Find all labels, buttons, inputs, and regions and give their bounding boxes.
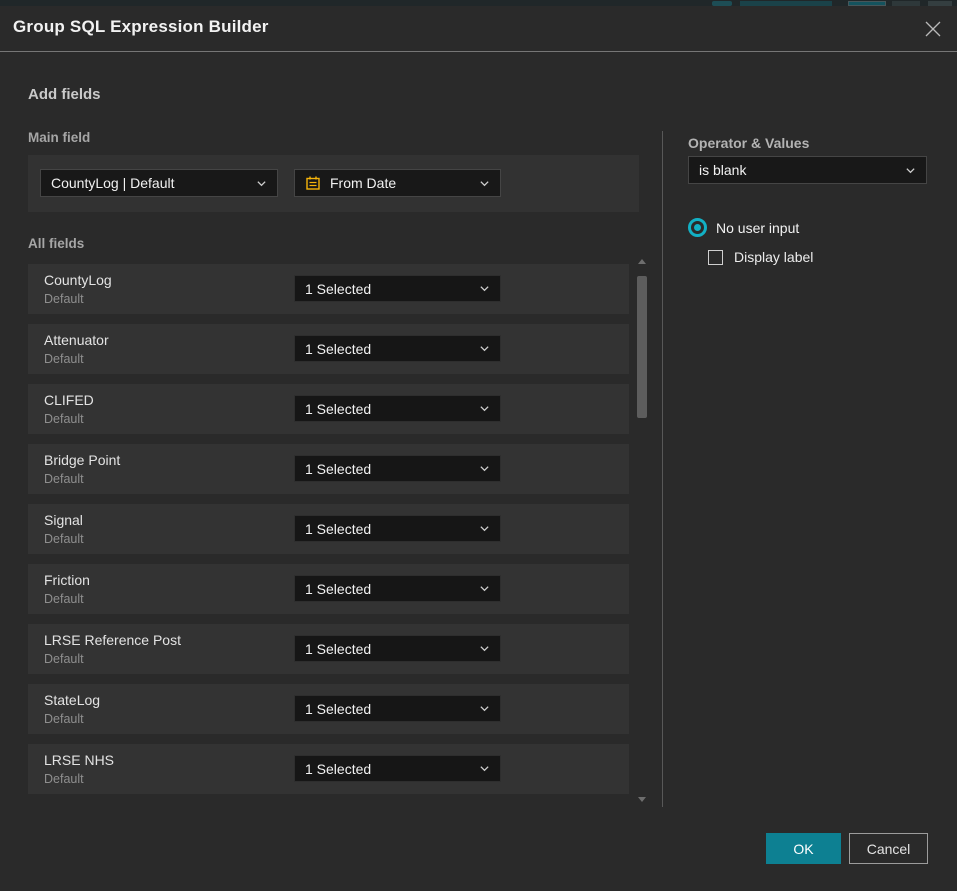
chevron-down-icon bbox=[479, 403, 490, 414]
chevron-down-icon bbox=[479, 643, 490, 654]
selected-count-label: 1 Selected bbox=[305, 461, 473, 477]
field-name: Friction bbox=[44, 572, 90, 588]
field-selected-dropdown[interactable]: 1 Selected bbox=[294, 575, 501, 602]
dialog-title: Group SQL Expression Builder bbox=[13, 17, 269, 37]
field-name: LRSE Reference Post bbox=[44, 632, 181, 648]
chevron-down-icon bbox=[479, 343, 490, 354]
selected-count-label: 1 Selected bbox=[305, 341, 473, 357]
field-name: LRSE NHS bbox=[44, 752, 114, 768]
field-name: StateLog bbox=[44, 692, 100, 708]
chevron-down-icon bbox=[479, 283, 490, 294]
field-name: CLIFED bbox=[44, 392, 94, 408]
chevron-down-icon bbox=[479, 583, 490, 594]
field-selected-dropdown[interactable]: 1 Selected bbox=[294, 395, 501, 422]
chevron-down-icon bbox=[479, 463, 490, 474]
scrollbar-thumb[interactable] bbox=[637, 276, 647, 418]
selected-count-label: 1 Selected bbox=[305, 701, 473, 717]
main-field-source-dropdown[interactable]: CountyLog | Default bbox=[40, 169, 278, 197]
field-subtitle: Default bbox=[44, 352, 84, 366]
selected-count-label: 1 Selected bbox=[305, 581, 473, 597]
field-row: Bridge Point Default 1 Selected bbox=[28, 444, 629, 494]
field-selected-dropdown[interactable]: 1 Selected bbox=[294, 335, 501, 362]
selected-count-label: 1 Selected bbox=[305, 281, 473, 297]
field-selected-dropdown[interactable]: 1 Selected bbox=[294, 695, 501, 722]
selected-count-label: 1 Selected bbox=[305, 761, 473, 777]
radio-checked-icon bbox=[688, 218, 707, 237]
field-selected-dropdown[interactable]: 1 Selected bbox=[294, 275, 501, 302]
field-dropdown-value: From Date bbox=[330, 175, 473, 191]
source-dropdown-value: CountyLog | Default bbox=[51, 175, 250, 191]
field-selected-dropdown[interactable]: 1 Selected bbox=[294, 755, 501, 782]
field-name: CountyLog bbox=[44, 272, 112, 288]
field-name: Signal bbox=[44, 512, 83, 528]
field-subtitle: Default bbox=[44, 652, 84, 666]
field-selected-dropdown[interactable]: 1 Selected bbox=[294, 515, 501, 542]
fields-list-scrollbar[interactable] bbox=[634, 255, 650, 805]
field-name: Bridge Point bbox=[44, 452, 120, 468]
add-fields-heading: Add fields bbox=[28, 86, 101, 103]
operator-dropdown-value: is blank bbox=[699, 162, 899, 178]
ok-button[interactable]: OK bbox=[766, 833, 841, 864]
field-row: CountyLog Default 1 Selected bbox=[28, 264, 629, 314]
all-fields-label: All fields bbox=[28, 236, 84, 251]
checkbox-label: Display label bbox=[734, 249, 813, 265]
field-subtitle: Default bbox=[44, 592, 84, 606]
scrollbar-up-arrow-icon[interactable] bbox=[638, 259, 646, 264]
main-field-label: Main field bbox=[28, 130, 90, 145]
no-user-input-radio[interactable]: No user input bbox=[688, 218, 799, 237]
scrollbar-down-arrow-icon[interactable] bbox=[638, 797, 646, 802]
selected-count-label: 1 Selected bbox=[305, 641, 473, 657]
chevron-down-icon bbox=[256, 178, 267, 189]
field-name: Attenuator bbox=[44, 332, 109, 348]
chevron-down-icon bbox=[905, 165, 916, 176]
field-subtitle: Default bbox=[44, 292, 84, 306]
group-sql-expression-builder-dialog: Group SQL Expression Builder Add fields … bbox=[0, 6, 957, 891]
field-selected-dropdown[interactable]: 1 Selected bbox=[294, 635, 501, 662]
chevron-down-icon bbox=[479, 703, 490, 714]
cancel-button[interactable]: Cancel bbox=[849, 833, 928, 864]
field-subtitle: Default bbox=[44, 412, 84, 426]
field-subtitle: Default bbox=[44, 472, 84, 486]
field-row: Friction Default 1 Selected bbox=[28, 564, 629, 614]
main-field-field-dropdown[interactable]: From Date bbox=[294, 169, 501, 197]
field-row: Signal Default 1 Selected bbox=[28, 504, 629, 554]
close-icon bbox=[924, 20, 942, 38]
checkbox-unchecked-icon bbox=[708, 250, 723, 265]
field-subtitle: Default bbox=[44, 712, 84, 726]
calendar-date-icon bbox=[305, 175, 321, 191]
dialog-header: Group SQL Expression Builder bbox=[0, 6, 957, 52]
chevron-down-icon bbox=[479, 178, 490, 189]
radio-label: No user input bbox=[716, 220, 799, 236]
panel-divider bbox=[662, 131, 663, 807]
chevron-down-icon bbox=[479, 523, 490, 534]
selected-count-label: 1 Selected bbox=[305, 401, 473, 417]
field-row: StateLog Default 1 Selected bbox=[28, 684, 629, 734]
field-row: LRSE NHS Default 1 Selected bbox=[28, 744, 629, 794]
close-button[interactable] bbox=[921, 17, 945, 41]
field-row: Attenuator Default 1 Selected bbox=[28, 324, 629, 374]
selected-count-label: 1 Selected bbox=[305, 521, 473, 537]
field-selected-dropdown[interactable]: 1 Selected bbox=[294, 455, 501, 482]
field-row: LRSE Reference Post Default 1 Selected bbox=[28, 624, 629, 674]
operator-dropdown[interactable]: is blank bbox=[688, 156, 927, 184]
chevron-down-icon bbox=[479, 763, 490, 774]
all-fields-list: CountyLog Default 1 Selected Attenuator Defa… bbox=[28, 264, 629, 804]
field-subtitle: Default bbox=[44, 532, 84, 546]
field-row: CLIFED Default 1 Selected bbox=[28, 384, 629, 434]
display-label-checkbox[interactable]: Display label bbox=[708, 249, 813, 265]
main-field-panel: CountyLog | Default From Date bbox=[28, 155, 639, 212]
field-subtitle: Default bbox=[44, 772, 84, 786]
operator-values-heading: Operator & Values bbox=[688, 135, 809, 151]
